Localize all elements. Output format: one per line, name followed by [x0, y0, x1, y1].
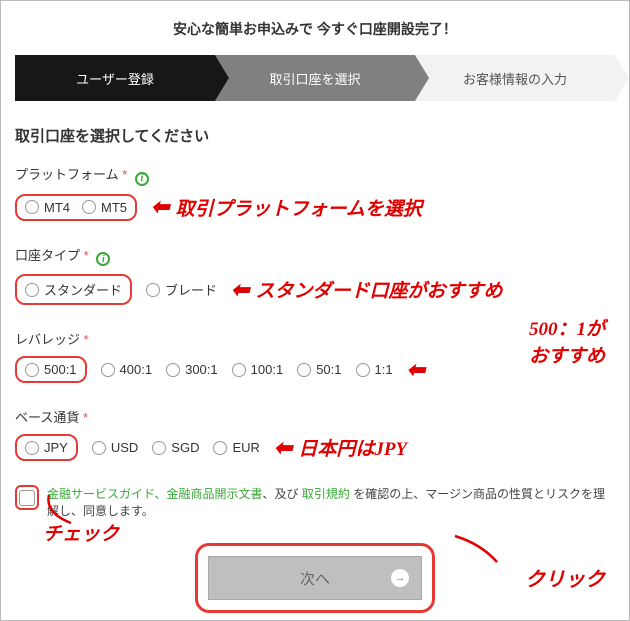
annotation-leverage: 500：1がおすすめ — [529, 317, 605, 370]
arrow-right-icon: → — [391, 569, 409, 587]
radio-standard[interactable]: スタンダード — [25, 280, 122, 299]
radio-sgd[interactable]: SGD — [152, 440, 199, 455]
base-currency-label: ベース通貨 * — [15, 407, 615, 426]
radio-usd[interactable]: USD — [92, 440, 138, 455]
step-select-account: 取引口座を選択 — [215, 55, 415, 101]
link-terms[interactable]: 取引規約 — [302, 487, 350, 501]
highlight-leverage: 500:1 — [15, 356, 87, 383]
annotation-arrow-leverage: ⬅ — [407, 359, 431, 381]
step-customer-info: お客様情報の入力 — [415, 55, 615, 101]
radio-lev-50[interactable]: 50:1 — [297, 362, 341, 377]
radio-eur[interactable]: EUR — [213, 440, 259, 455]
radio-jpy[interactable]: JPY — [25, 440, 68, 455]
page-title: 安心な簡単お申込みで 今すぐ口座開設完了！ — [15, 19, 615, 39]
platform-label: プラットフォーム * i — [15, 164, 615, 186]
stepper: ユーザー登録 取引口座を選択 お客様情報の入力 — [15, 55, 615, 101]
annotation-line-click — [451, 532, 501, 566]
agree-checkbox[interactable] — [19, 490, 35, 506]
highlight-standard: スタンダード — [15, 274, 132, 305]
highlight-jpy: JPY — [15, 434, 78, 461]
annotation-click: クリック — [525, 563, 605, 592]
radio-lev-300[interactable]: 300:1 — [166, 362, 218, 377]
agree-text: 金融サービスガイド、金融商品開示文書、及び 取引規約 を確認の上、マージン商品の… — [47, 485, 615, 519]
highlight-checkbox — [15, 485, 39, 510]
highlight-platform: MT4 MT5 — [15, 194, 137, 221]
annotation-currency: ⬅日本円はJPY — [274, 434, 407, 461]
radio-blade[interactable]: ブレード — [146, 280, 217, 299]
account-type-label: 口座タイプ * i — [15, 245, 615, 267]
info-icon[interactable]: i — [135, 172, 149, 186]
annotation-check: チェック — [43, 519, 119, 546]
step-user-register: ユーザー登録 — [15, 55, 215, 101]
radio-mt5[interactable]: MT5 — [82, 200, 127, 215]
radio-mt4[interactable]: MT4 — [25, 200, 70, 215]
agree-row: 金融サービスガイド、金融商品開示文書、及び 取引規約 を確認の上、マージン商品の… — [15, 485, 615, 519]
info-icon[interactable]: i — [96, 252, 110, 266]
radio-lev-100[interactable]: 100:1 — [232, 362, 284, 377]
radio-lev-500[interactable]: 500:1 — [25, 362, 77, 377]
radio-lev-400[interactable]: 400:1 — [101, 362, 153, 377]
highlight-next: 次へ → — [195, 543, 435, 613]
annotation-platform: ⬅取引プラットフォームを選択 — [151, 194, 422, 221]
annotation-account-type: ⬅スタンダード口座がおすすめ — [231, 276, 502, 303]
radio-lev-1[interactable]: 1:1 — [356, 362, 393, 377]
next-button[interactable]: 次へ → — [208, 556, 422, 600]
leverage-label: レバレッジ * — [15, 329, 615, 348]
section-heading: 取引口座を選択してください — [15, 125, 615, 146]
